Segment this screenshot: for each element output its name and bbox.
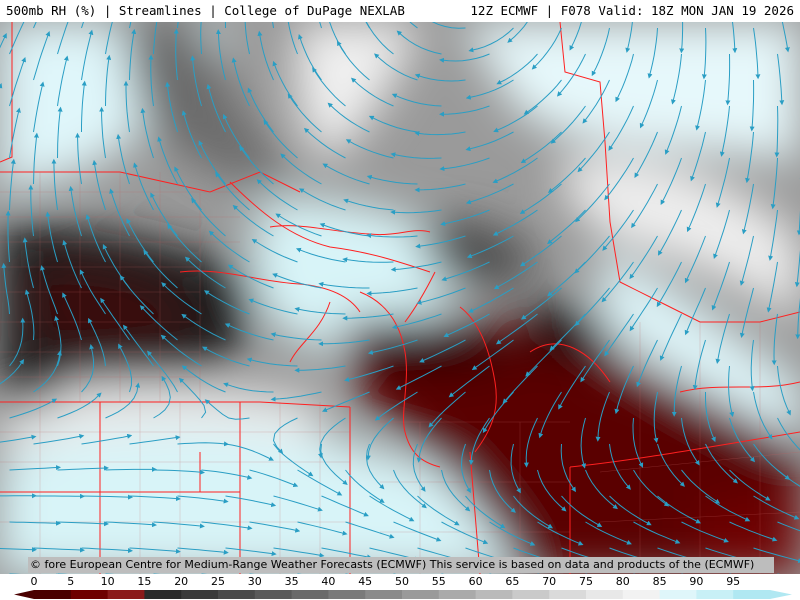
header-bar: 500mb RH (%) | Streamlines | College of …: [0, 0, 800, 22]
rh-colorbar: 0 5 10 15 20 25 30 35 40 45 50 55 60 65 70 75 80 85 90 95: [0, 574, 800, 600]
colorbar-cell: [218, 590, 256, 599]
colorbar-cell: [144, 590, 182, 599]
colorbar-tick-label: 10: [100, 575, 115, 588]
colorbar-cell: [475, 590, 513, 599]
colorbar-tick-label: 20: [174, 575, 189, 588]
map-viewer: 500mb RH (%) | Streamlines | College of …: [0, 0, 800, 600]
colorbar-tick-label: 35: [284, 575, 299, 588]
colorbar-cell: [402, 590, 440, 599]
colorbar-tick-label: 45: [358, 575, 373, 588]
colorbar-tick-label: 25: [211, 575, 225, 588]
product-title: 500mb RH (%) | Streamlines | College of …: [6, 3, 405, 18]
colorbar-cell: [328, 590, 366, 599]
colorbar-tick-label: 90: [689, 575, 704, 588]
colorbar-tick-label: 5: [67, 575, 75, 588]
colorbar-cell: [70, 590, 109, 599]
colorbar-strip: [14, 590, 792, 599]
colorbar-tick-label: 70: [542, 575, 557, 588]
colorbar-cell: [365, 590, 403, 599]
colorbar-cell: [622, 590, 661, 599]
colorbar-cell: [438, 590, 477, 599]
colorbar-cell: [659, 590, 697, 599]
colorbar-tick-label: 55: [431, 575, 446, 588]
colorbar-cell: [107, 590, 145, 599]
colorbar-cell: [733, 590, 771, 599]
colorbar-cell: [254, 590, 293, 599]
colorbar-over-arrow: [770, 590, 792, 599]
colorbar-tick-label: 40: [321, 575, 336, 588]
rh-streamline-map: [0, 22, 800, 574]
colorbar-tick-label: 80: [615, 575, 630, 588]
model-valid-time: 12Z ECMWF | F078 Valid: 18Z MON JAN 19 2…: [470, 3, 794, 18]
colorbar-cell: [291, 590, 329, 599]
colorbar-tick-label: 30: [247, 575, 262, 588]
colorbar-cell: [696, 590, 734, 599]
colorbar-tick-label: 95: [726, 575, 741, 588]
colorbar-tick-label: 60: [468, 575, 483, 588]
colorbar-tick-label: 85: [652, 575, 667, 588]
colorbar-tick-label: 0: [30, 575, 38, 588]
colorbar-tick-label: 65: [505, 575, 520, 588]
ecmwf-credit: © fore European Centre for Medium-Range …: [28, 557, 774, 573]
colorbar-cell: [549, 590, 587, 599]
colorbar-cell: [181, 590, 219, 599]
colorbar-tick-label: 75: [579, 575, 593, 588]
colorbar-tick-label: 15: [137, 575, 152, 588]
colorbar-cell: [34, 590, 72, 599]
colorbar-cell: [512, 590, 550, 599]
colorbar-cell: [586, 590, 624, 599]
colorbar-under-arrow: [14, 590, 34, 599]
colorbar-tick-label: 50: [395, 575, 409, 588]
